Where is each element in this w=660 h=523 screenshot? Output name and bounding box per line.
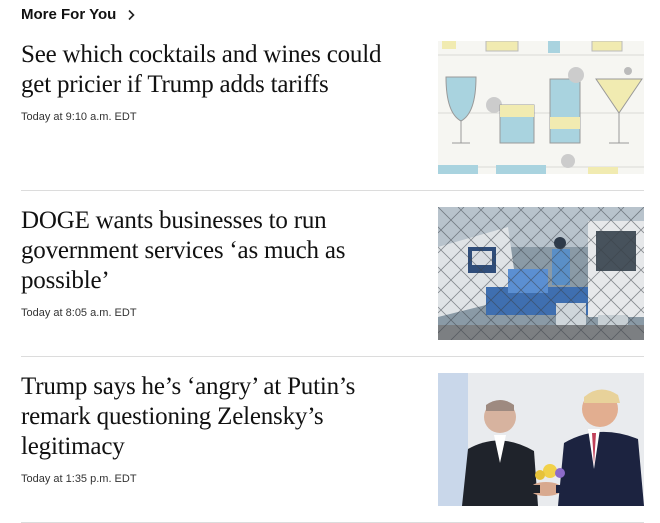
story-divider	[21, 356, 644, 357]
story-timestamp: Today at 1:35 p.m. EDT	[21, 473, 137, 485]
story-divider	[21, 190, 644, 191]
story-card: See which cocktails and wines could get …	[21, 38, 644, 178]
story-card: DOGE wants businesses to run government …	[21, 204, 644, 344]
postal-truck-photo	[438, 207, 644, 340]
chevron-right-icon	[125, 9, 137, 21]
section-header-more-for-you[interactable]: More For You	[21, 6, 137, 23]
handshake-photo	[438, 373, 644, 506]
story-headline[interactable]: Trump says he’s ‘angry’ at Putin’s remar…	[21, 372, 411, 462]
story-card: Trump says he’s ‘angry’ at Putin’s remar…	[21, 370, 644, 510]
section-title: More For You	[21, 6, 117, 23]
story-headline[interactable]: See which cocktails and wines could get …	[21, 40, 411, 100]
story-headline[interactable]: DOGE wants businesses to run government …	[21, 206, 411, 296]
story-thumbnail[interactable]	[438, 41, 644, 174]
story-timestamp: Today at 8:05 a.m. EDT	[21, 307, 137, 319]
cocktail-glasses-illustration	[438, 41, 644, 174]
story-thumbnail[interactable]	[438, 373, 644, 506]
story-timestamp: Today at 9:10 a.m. EDT	[21, 111, 137, 123]
story-thumbnail[interactable]	[438, 207, 644, 340]
